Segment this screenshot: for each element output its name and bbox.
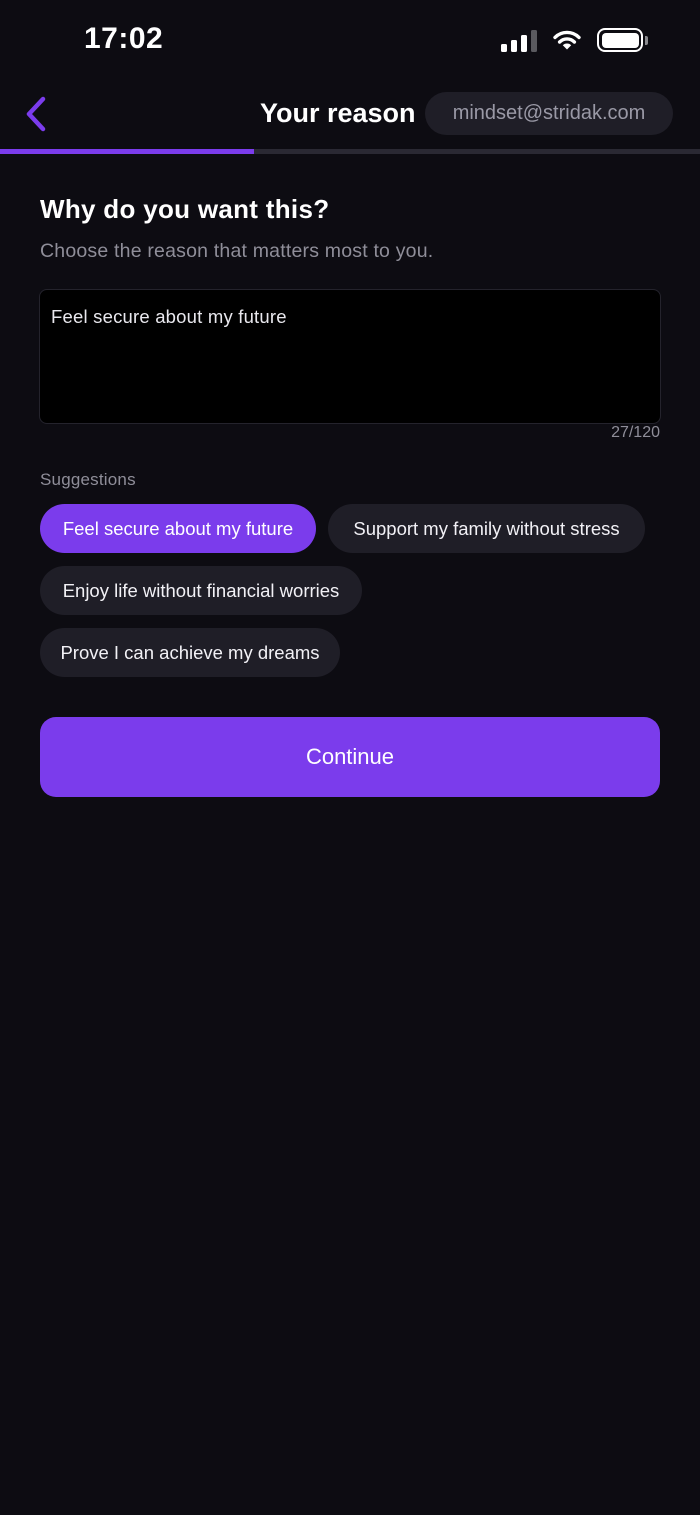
battery-icon	[597, 28, 648, 52]
continue-button[interactable]: Continue	[40, 717, 660, 797]
progress-fill	[0, 149, 255, 154]
header: Your reason mindset@stridak.com	[0, 84, 700, 148]
reason-textarea[interactable]: Feel secure about my future	[39, 289, 661, 424]
progress-bar	[0, 149, 700, 154]
back-button[interactable]	[16, 92, 56, 136]
question-subtitle: Choose the reason that matters most to y…	[40, 240, 434, 262]
status-time: 17:02	[84, 22, 164, 55]
app-screen: 17:02 Your reason mindset@stridak.com Wh…	[0, 0, 700, 1515]
signal-icon	[501, 28, 537, 52]
question-title: Why do you want this?	[40, 194, 330, 224]
page-title: Your reason	[260, 98, 416, 128]
wifi-icon	[553, 30, 581, 50]
suggestion-chip-secure-future[interactable]: Feel secure about my future	[40, 504, 316, 553]
status-bar: 17:02	[0, 0, 700, 84]
suggestion-chip-prove-dreams[interactable]: Prove I can achieve my dreams	[40, 628, 340, 677]
suggestions-label: Suggestions	[40, 470, 136, 489]
character-counter: 27/120	[611, 424, 660, 441]
suggestion-chip-support-family[interactable]: Support my family without stress	[328, 504, 645, 553]
chevron-left-icon	[26, 96, 46, 132]
account-email-chip[interactable]: mindset@stridak.com	[425, 92, 673, 135]
status-icons	[501, 28, 648, 52]
suggestion-chip-enjoy-life[interactable]: Enjoy life without financial worries	[40, 566, 362, 615]
